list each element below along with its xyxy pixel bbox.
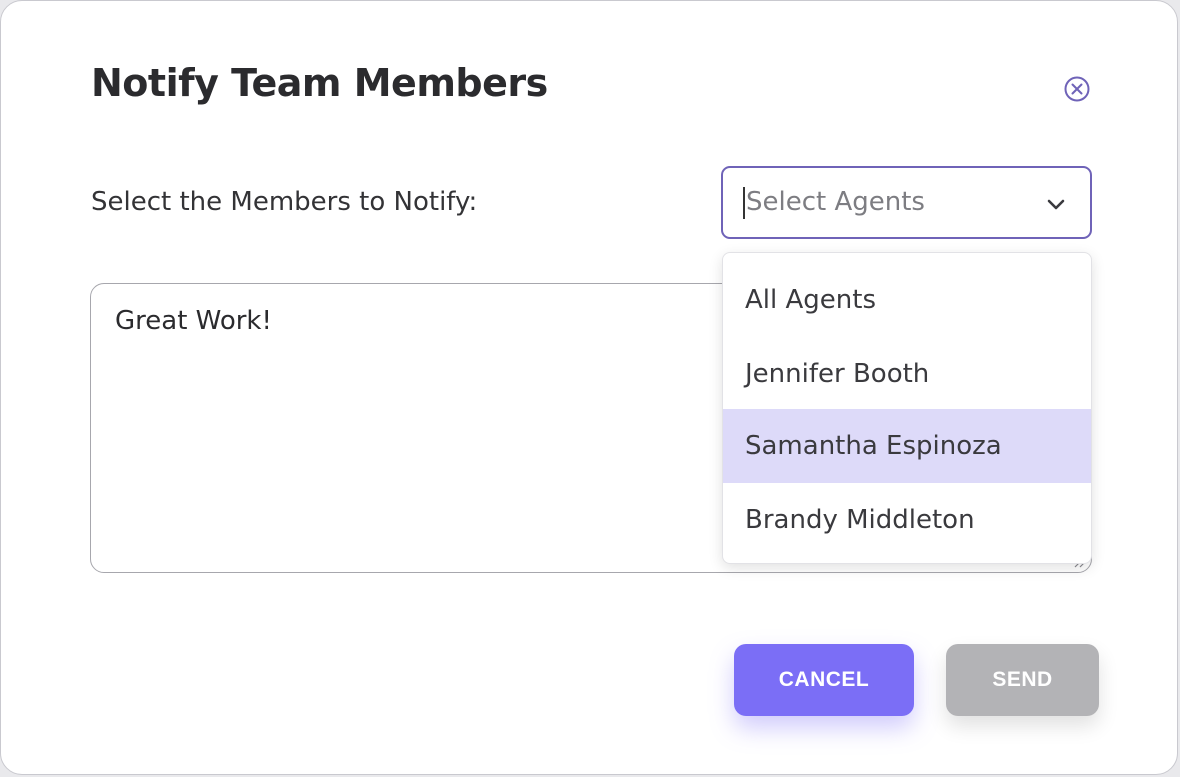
cancel-button[interactable]: CANCEL bbox=[734, 644, 914, 716]
close-button[interactable] bbox=[1063, 75, 1091, 103]
option-label: Jennifer Booth bbox=[745, 359, 930, 389]
dropdown-option-samantha-espinoza[interactable]: Samantha Espinoza bbox=[723, 409, 1091, 483]
close-circle-icon bbox=[1064, 76, 1090, 102]
option-label: Samantha Espinoza bbox=[745, 431, 1002, 461]
dialog-title: Notify Team Members bbox=[91, 61, 548, 105]
agents-select[interactable]: Select Agents bbox=[721, 166, 1092, 239]
send-button[interactable]: SEND bbox=[946, 644, 1099, 716]
message-text: Great Work! bbox=[115, 306, 272, 336]
chevron-down-icon bbox=[1047, 199, 1065, 210]
dropdown-option-all-agents[interactable]: All Agents bbox=[723, 263, 1091, 337]
dropdown-option-jennifer-booth[interactable]: Jennifer Booth bbox=[723, 337, 1091, 411]
members-label: Select the Members to Notify: bbox=[91, 187, 478, 217]
option-label: All Agents bbox=[745, 285, 877, 315]
agents-select-placeholder: Select Agents bbox=[746, 187, 925, 217]
option-label: Brandy Middleton bbox=[745, 505, 975, 535]
text-cursor bbox=[743, 187, 745, 219]
dropdown-option-brandy-middleton[interactable]: Brandy Middleton bbox=[723, 483, 1091, 557]
notify-dialog: Notify Team Members Select the Members t… bbox=[0, 0, 1178, 775]
agents-dropdown-menu: All Agents Jennifer Booth Samantha Espin… bbox=[722, 252, 1092, 564]
